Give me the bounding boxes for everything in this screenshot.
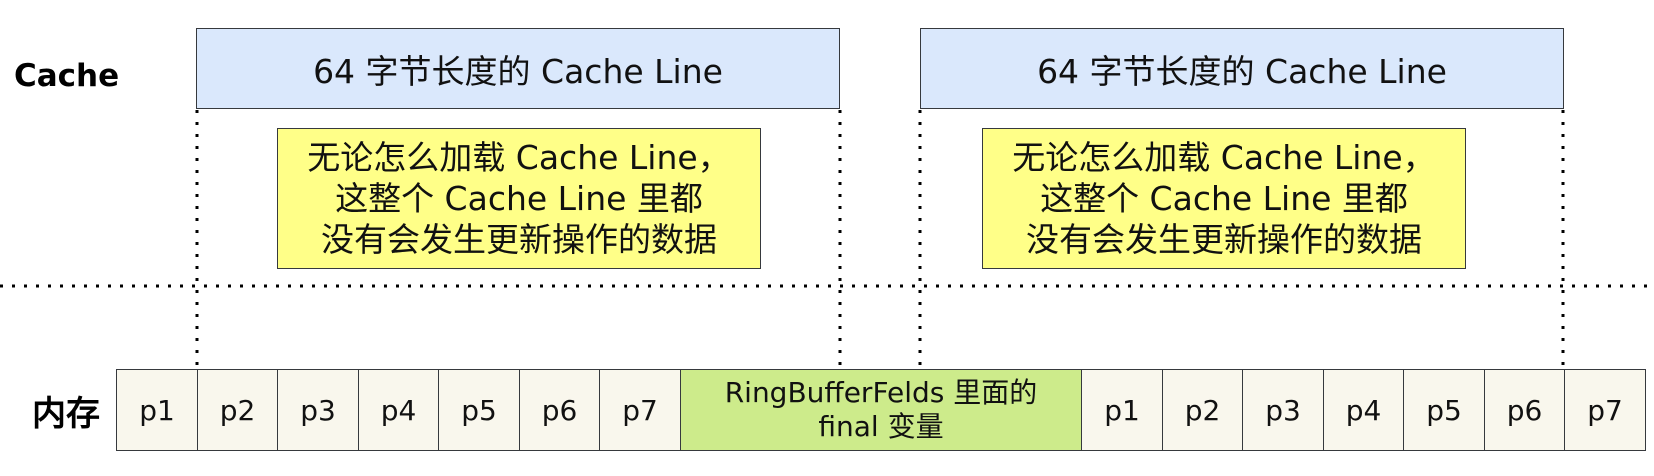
- memory-cell: p2: [196, 369, 279, 451]
- memory-cell: p7: [599, 369, 681, 451]
- memory-cell: p5: [438, 369, 520, 451]
- note-box-1: 无论怎么加载 Cache Line， 这整个 Cache Line 里都 没有会…: [277, 128, 761, 269]
- memory-cell: p5: [1403, 369, 1485, 451]
- cache-line-padding-diagram: Cache 内存 64 字节长度的 Cache Line 64 字节长度的 Ca…: [0, 0, 1654, 476]
- cache-line-1: 64 字节长度的 Cache Line: [196, 28, 840, 109]
- cache-line-2: 64 字节长度的 Cache Line: [920, 28, 1564, 109]
- note-2-line-1: 无论怎么加载 Cache Line，: [1012, 138, 1436, 177]
- memory-cell: p3: [277, 369, 359, 451]
- highlight-line-2: final 变量: [818, 410, 944, 443]
- memory-cell: p4: [357, 369, 440, 451]
- memory-cell: p6: [1483, 369, 1566, 451]
- memory-cell: p4: [1322, 369, 1405, 451]
- memory-cell: p2: [1161, 369, 1244, 451]
- memory-cell: p3: [1242, 369, 1324, 451]
- memory-cell: p6: [518, 369, 601, 451]
- note-box-2: 无论怎么加载 Cache Line， 这整个 Cache Line 里都 没有会…: [982, 128, 1466, 269]
- memory-cell: p7: [1564, 369, 1646, 451]
- note-2-line-2: 这整个 Cache Line 里都: [1040, 179, 1408, 218]
- memory-cell: p1: [1081, 369, 1163, 451]
- note-1-line-1: 无论怎么加载 Cache Line，: [307, 138, 731, 177]
- ringbuffer-final-field-cell: RingBufferFelds 里面的 final 变量: [679, 369, 1083, 451]
- memory-row: p1 p2 p3 p4 p5 p6 p7 RingBufferFelds 里面的…: [116, 369, 1646, 451]
- memory-cell: p1: [116, 369, 198, 451]
- cache-row-label: Cache: [14, 58, 120, 94]
- note-1-line-3: 没有会发生更新操作的数据: [321, 220, 717, 259]
- note-1-line-2: 这整个 Cache Line 里都: [335, 179, 703, 218]
- memory-row-label: 内存: [32, 394, 100, 434]
- highlight-line-1: RingBufferFelds 里面的: [724, 376, 1038, 409]
- note-2-line-3: 没有会发生更新操作的数据: [1026, 220, 1422, 259]
